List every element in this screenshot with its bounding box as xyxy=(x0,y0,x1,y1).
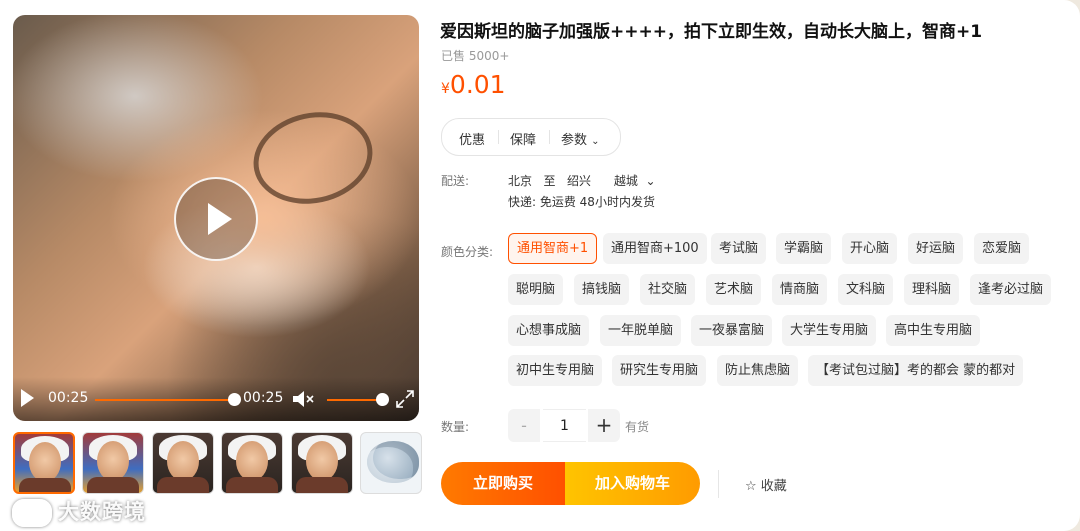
fullscreen-icon[interactable] xyxy=(395,389,415,409)
current-time: 00:25 xyxy=(48,390,89,406)
progress-knob[interactable] xyxy=(228,393,241,406)
thumbnail[interactable] xyxy=(152,432,214,494)
option-chip[interactable]: 社交脑 xyxy=(640,274,696,305)
watermark: 大数跨境 xyxy=(12,496,146,527)
thumbnail[interactable] xyxy=(360,432,422,494)
option-chip[interactable]: 一年脱单脑 xyxy=(600,315,682,346)
chevron-down-icon: ⌄ xyxy=(591,136,600,147)
currency-symbol: ¥ xyxy=(441,81,450,97)
option-chip[interactable]: 恋爱脑 xyxy=(974,233,1030,264)
buy-now-button[interactable]: 立即购买 xyxy=(441,462,565,505)
option-chip[interactable]: 聪明脑 xyxy=(508,274,564,305)
quantity-input[interactable]: 1 xyxy=(543,409,586,442)
price-amount: 0.01 xyxy=(449,70,506,99)
volume-bar[interactable] xyxy=(327,399,383,401)
brain-icon xyxy=(367,441,419,483)
product-page: 00:25 00:25 大数跨境 爱因斯坦的脑子加强版++++，拍下立即生效，自… xyxy=(0,0,1080,531)
glasses-decoration xyxy=(244,101,382,215)
option-chip[interactable]: 搞钱脑 xyxy=(574,274,630,305)
progress-bar[interactable] xyxy=(95,399,235,401)
option-chip[interactable]: 学霸脑 xyxy=(776,233,832,264)
option-chip[interactable]: 通用智商+100 xyxy=(603,233,707,264)
option-chip[interactable]: 初中生专用脑 xyxy=(508,355,603,386)
stock-status: 有货 xyxy=(625,420,650,434)
volume-knob[interactable] xyxy=(376,393,389,406)
shipping-route: 北京 至 绍兴 越城 ⌄ xyxy=(508,174,656,188)
option-chip[interactable]: 艺术脑 xyxy=(706,274,762,305)
option-chip[interactable]: 情商脑 xyxy=(772,274,828,305)
option-chip[interactable]: 高中生专用脑 xyxy=(886,315,981,346)
pill-guarantee[interactable]: 保障 xyxy=(510,129,536,148)
option-chip[interactable]: 开心脑 xyxy=(842,233,898,264)
play-button[interactable] xyxy=(174,177,258,261)
option-chip[interactable]: 通用智商+1 xyxy=(508,233,598,264)
sold-count: 已售 5000+ xyxy=(441,49,510,63)
duration: 00:25 xyxy=(243,390,284,406)
add-to-cart-button[interactable]: 加入购物车 xyxy=(565,462,700,505)
price: ¥0.01 xyxy=(441,70,506,99)
thumbnail[interactable] xyxy=(13,432,75,494)
district-select[interactable]: 越城 ⌄ xyxy=(614,174,656,188)
option-chip[interactable]: 防止焦虑脑 xyxy=(717,355,799,386)
product-video[interactable]: 00:25 00:25 xyxy=(13,15,419,421)
quantity-label: 数量: xyxy=(441,420,470,434)
thumbnail[interactable] xyxy=(291,432,353,494)
option-chip[interactable]: 大学生专用脑 xyxy=(782,315,877,346)
chevron-down-icon: ⌄ xyxy=(645,174,656,188)
favorite-button[interactable]: ☆ 收藏 xyxy=(745,475,787,494)
shipping-label: 配送: xyxy=(441,174,470,188)
thumbnail[interactable] xyxy=(82,432,144,494)
option-chip[interactable]: 一夜暴富脑 xyxy=(691,315,773,346)
option-chip[interactable]: 好运脑 xyxy=(908,233,964,264)
option-chip[interactable]: 理科脑 xyxy=(904,274,960,305)
color-label: 颜色分类: xyxy=(441,245,494,259)
pill-discount[interactable]: 优惠 xyxy=(459,129,485,148)
shipping-detail: 快递: 免运费 48小时内发货 xyxy=(508,195,655,209)
thumbnail-strip xyxy=(13,432,423,494)
option-chip[interactable]: 考试脑 xyxy=(711,233,767,264)
pill-params[interactable]: 参数 ⌄ xyxy=(561,129,600,148)
option-chip[interactable]: 【考试包过脑】考的都会 蒙的都对 xyxy=(808,355,1024,386)
quantity-plus-button[interactable]: + xyxy=(588,409,620,442)
product-title: 爱因斯坦的脑子加强版++++，拍下立即生效，自动长大脑上，智商+1 xyxy=(440,22,983,42)
play-icon[interactable] xyxy=(21,389,34,407)
video-controls: 00:25 00:25 xyxy=(13,377,419,421)
info-pills: 优惠 保障 参数 ⌄ xyxy=(441,118,621,156)
option-chip[interactable]: 逢考必过脑 xyxy=(970,274,1052,305)
thumbnail[interactable] xyxy=(221,432,283,494)
quantity-minus-button[interactable]: - xyxy=(508,409,540,442)
option-chip[interactable]: 研究生专用脑 xyxy=(612,355,707,386)
watermark-logo-icon xyxy=(12,499,52,527)
option-chip[interactable]: 文科脑 xyxy=(838,274,894,305)
mute-icon[interactable] xyxy=(291,389,315,409)
option-chip[interactable]: 心想事成脑 xyxy=(508,315,590,346)
divider xyxy=(718,470,719,498)
